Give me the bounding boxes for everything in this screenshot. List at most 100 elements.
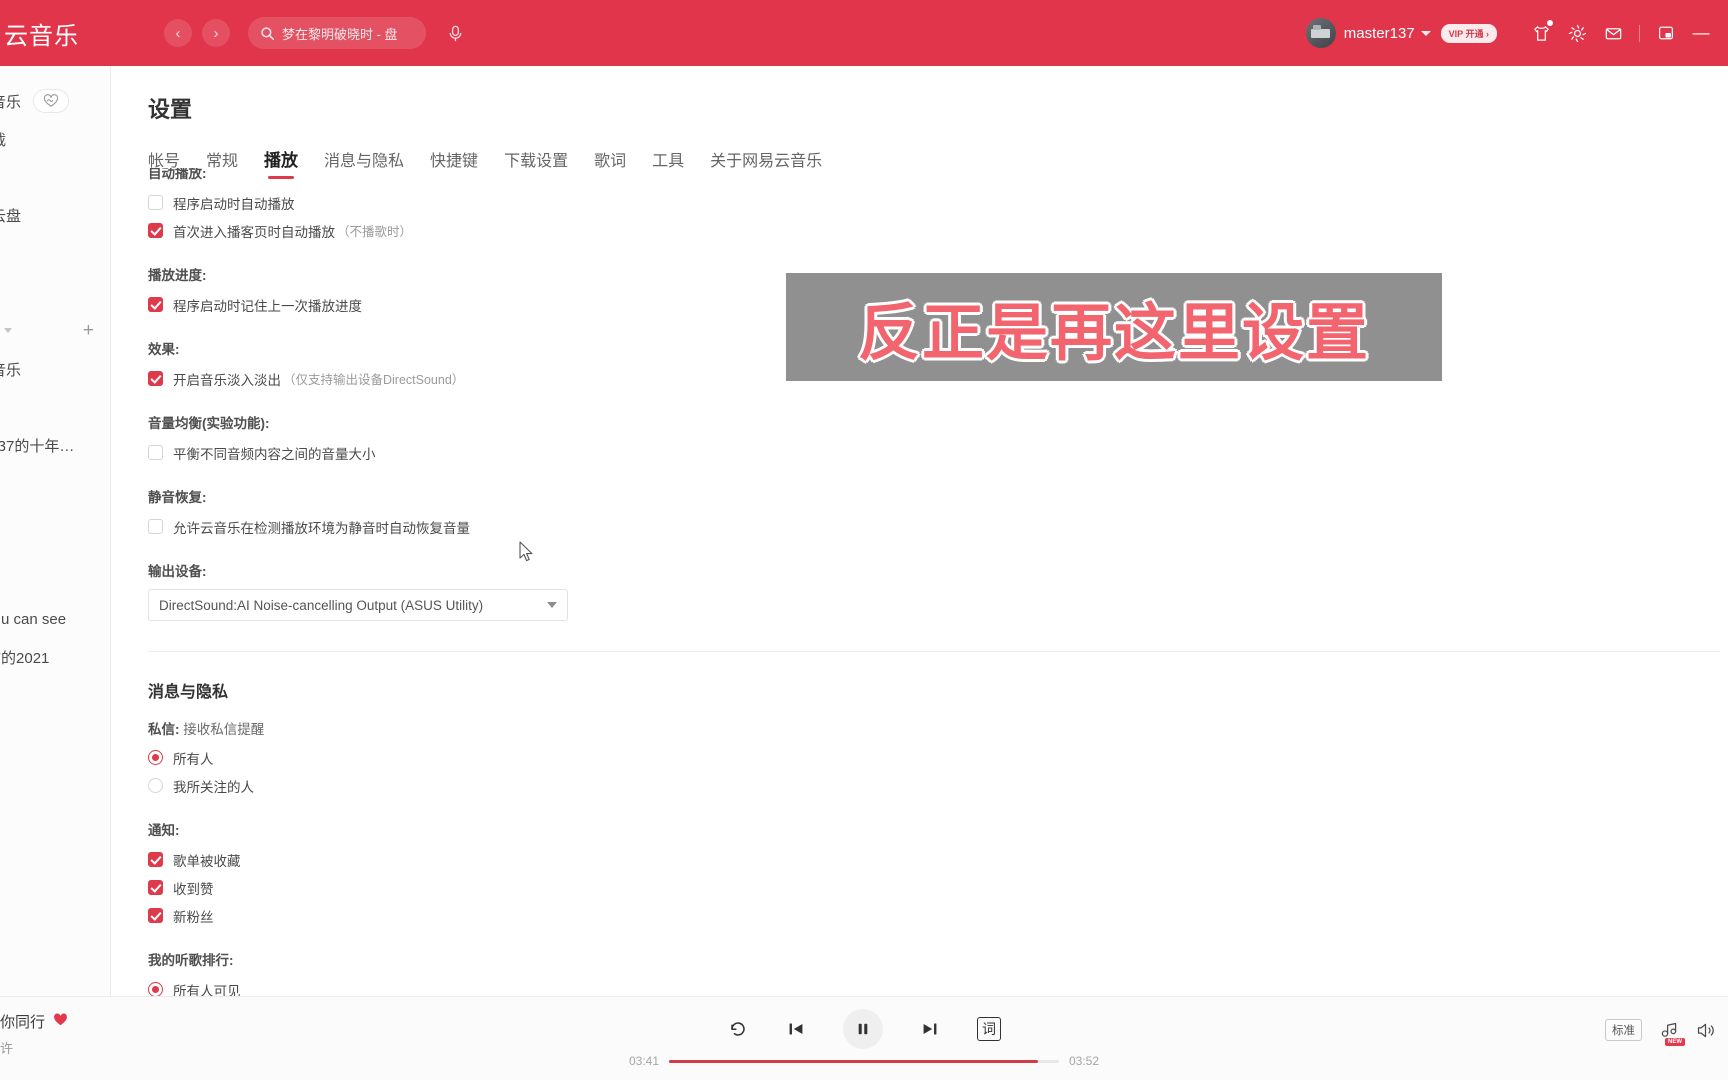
player-right-controls: 标准 NEW — [1605, 1019, 1716, 1046]
nav-forward-button[interactable]: › — [202, 19, 230, 47]
nav-back-button[interactable]: ‹ — [164, 19, 192, 47]
nav-buttons: ‹ › — [164, 19, 230, 47]
sidebar-item-label: 的音乐 — [0, 93, 22, 111]
checkbox-new-followers[interactable]: 新粉丝 — [148, 904, 1728, 927]
radio-ranking-everyone[interactable]: 所有人可见 — [148, 978, 1728, 996]
player-progress: 03:41 03:52 — [0, 1054, 1728, 1068]
sidebar-item-download[interactable]: 下载 — [0, 120, 110, 158]
section-autoplay: 自动播放: 程序启动时自动播放 首次进入播客页时自动播放 （不播歌时） — [148, 168, 1728, 242]
radio-button[interactable] — [148, 778, 163, 793]
new-badge: NEW — [1665, 1037, 1685, 1046]
checkbox-box[interactable] — [148, 519, 163, 534]
option-label: 所有人可见 — [173, 983, 241, 997]
sidebar: 的音乐 下载 放 乐云盘 客 藏 + 的音乐 — [0, 66, 111, 996]
checkbox-playlist-favorited[interactable]: 歌单被收藏 — [148, 848, 1728, 871]
app-window: 云音乐 ‹ › 梦在黎明破晓时 - 盘 master137 VIP 开通 › —… — [0, 0, 1728, 1080]
pause-icon[interactable] — [843, 1009, 883, 1049]
mail-icon[interactable] — [1595, 13, 1631, 53]
heart-icon[interactable] — [33, 89, 70, 113]
minimize-button[interactable]: — — [1684, 13, 1718, 53]
option-label: 收到赞 — [173, 881, 214, 897]
sidebar-playlist-item[interactable]: 137的2021 — [0, 638, 110, 676]
search-input-value: 梦在黎明破晓时 - 盘 — [282, 26, 398, 42]
username-label: master137 — [1343, 24, 1415, 42]
checkbox-mute-restore[interactable]: 允许云音乐在检测播放环境为静音时自动恢复音量 — [148, 515, 1728, 538]
section-label: 自动播放: — [148, 168, 207, 181]
top-bar-right: master137 VIP 开通 › — — [1305, 0, 1718, 66]
repeat-icon[interactable] — [727, 1018, 749, 1040]
vip-badge[interactable]: VIP 开通 › — [1440, 23, 1497, 43]
checkbox-box[interactable] — [148, 371, 163, 386]
chevron-down-icon[interactable] — [4, 327, 12, 333]
sound-effect-icon[interactable]: NEW — [1658, 1020, 1685, 1046]
checkbox-box[interactable] — [148, 297, 163, 312]
sidebar-item-my-music[interactable]: 的音乐 — [0, 82, 110, 120]
chevron-down-icon[interactable] — [1420, 30, 1431, 36]
search-icon — [260, 26, 275, 41]
time-elapsed: 03:41 — [628, 1054, 659, 1068]
sidebar-playlist-group-header[interactable]: + — [0, 310, 110, 350]
chevron-down-icon[interactable] — [547, 602, 557, 608]
sidebar-item-label: 137的2021 — [0, 649, 50, 667]
shirt-icon[interactable] — [1523, 13, 1559, 53]
sidebar-item-label: 下载 — [0, 129, 6, 150]
option-hint: （不播歌时） — [337, 225, 413, 239]
option-label: 程序启动时自动播放 — [173, 196, 295, 212]
sidebar-item-podcast[interactable]: 客 — [0, 234, 110, 272]
radio-button[interactable] — [148, 982, 163, 996]
option-label: 开启音乐淡入淡出 — [173, 372, 281, 388]
option-label: 允许云音乐在检测播放环境为静音时自动恢复音量 — [173, 520, 470, 536]
sidebar-item-label: er137的十年… — [0, 437, 75, 455]
sidebar-playlist-item[interactable]: ant u can see — [0, 600, 110, 638]
checkbox-box[interactable] — [148, 908, 163, 923]
top-bar: 云音乐 ‹ › 梦在黎明破晓时 - 盘 master137 VIP 开通 › — — [0, 0, 1728, 66]
lyrics-button[interactable]: 词 — [977, 1017, 1001, 1041]
section-label: 私信: 接收私信提醒 — [148, 718, 1728, 738]
search-input[interactable]: 梦在黎明破晓时 - 盘 — [248, 17, 426, 49]
section-output-device: 输出设备: DirectSound:AI Noise-cancelling Ou… — [148, 560, 1728, 621]
section-divider — [148, 651, 1720, 652]
checkbox-box[interactable] — [148, 880, 163, 895]
option-label: 首次进入播客页时自动播放 — [173, 224, 335, 240]
sidebar-item-label: ant u can see — [0, 610, 67, 628]
microphone-icon[interactable] — [440, 18, 470, 48]
quality-button[interactable]: 标准 — [1605, 1019, 1642, 1041]
radio-dm-following[interactable]: 我所关注的人 — [148, 774, 1728, 797]
checkbox-box[interactable] — [148, 195, 163, 210]
section-heading-privacy: 消息与隐私 — [148, 684, 229, 701]
sidebar-item-cloud-disk[interactable]: 乐云盘 — [0, 196, 110, 234]
sidebar-playlist-item[interactable]: er137的十年… — [0, 426, 110, 464]
sidebar-playlist-item[interactable]: 的音乐 — [0, 350, 110, 388]
radio-dm-everyone[interactable]: 所有人 — [148, 746, 1728, 769]
checkbox-box[interactable] — [148, 852, 163, 867]
checkbox-box[interactable] — [148, 445, 163, 460]
dm-label-bold: 私信: — [148, 722, 180, 737]
progress-fill — [669, 1059, 1038, 1063]
sidebar-playlist-item[interactable]: 23 — [0, 388, 110, 426]
mini-player-icon[interactable] — [1648, 13, 1684, 53]
previous-icon[interactable] — [785, 1018, 807, 1040]
checkbox-received-likes[interactable]: 收到赞 — [148, 876, 1728, 899]
checkbox-autoplay-on-start[interactable]: 程序启动时自动播放 — [148, 191, 1728, 214]
checkbox-autoplay-podcast[interactable]: 首次进入播客页时自动播放 （不播歌时） — [148, 219, 1728, 242]
notification-dot — [1547, 20, 1553, 26]
add-playlist-button[interactable]: + — [83, 321, 94, 340]
option-hint: （仅支持输出设备DirectSound） — [283, 373, 465, 387]
next-icon[interactable] — [919, 1018, 941, 1040]
sidebar-item-recent-play[interactable]: 放 — [0, 158, 110, 196]
heart-filled-icon[interactable] — [53, 1013, 68, 1030]
output-device-value: DirectSound:AI Noise-cancelling Output (… — [159, 597, 484, 613]
option-label: 程序启动时记住上一次播放进度 — [173, 298, 362, 314]
progress-slider[interactable] — [669, 1059, 1059, 1063]
sidebar-item-collection[interactable]: 藏 — [0, 272, 110, 310]
playlist-icon[interactable] — [1695, 1020, 1716, 1041]
now-playing-title-row: 你同行 — [0, 1011, 110, 1032]
output-device-select[interactable]: DirectSound:AI Noise-cancelling Output (… — [148, 589, 568, 621]
sidebar-item-label: 乐云盘 — [0, 207, 22, 225]
checkbox-box[interactable] — [148, 223, 163, 238]
radio-button[interactable] — [148, 750, 163, 765]
option-label: 平衡不同音频内容之间的音量大小 — [173, 446, 376, 462]
avatar[interactable] — [1305, 18, 1336, 48]
gear-icon[interactable] — [1559, 13, 1595, 53]
checkbox-volume-balance[interactable]: 平衡不同音频内容之间的音量大小 — [148, 441, 1728, 464]
